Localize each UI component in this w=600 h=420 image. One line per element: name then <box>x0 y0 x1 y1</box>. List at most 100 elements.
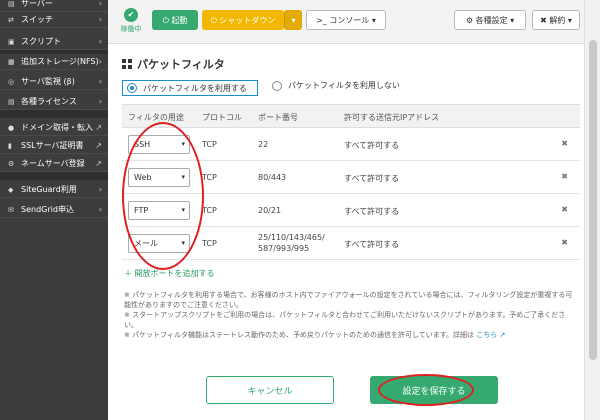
cancel-button[interactable]: キャンセル <box>206 376 334 404</box>
chevron-right-icon: › <box>98 57 102 66</box>
header-port: ポート番号 <box>258 113 298 122</box>
storage-icon: ▦ <box>8 57 15 66</box>
port-cell: 80/443 <box>258 173 287 182</box>
radio-unselected-icon <box>272 80 282 91</box>
settings-button[interactable]: ⚙ 各種設定 ▾ <box>454 10 526 30</box>
note-1: ※ パケットフィルタを利用する場合で、お客様のホスト内でファイアウォールの設定を… <box>124 291 573 309</box>
protocol-cell: TCP <box>202 173 217 182</box>
sidebar-item-ssl[interactable]: ▮ SSLサーバ証明書 ↗ <box>0 138 108 154</box>
cancel-contract-button[interactable]: ✖ 解約 ▾ <box>532 10 580 30</box>
port-cell: 22 <box>258 140 269 149</box>
chevron-right-icon: › <box>98 205 102 214</box>
header-protocol: プロトコル <box>202 113 242 122</box>
sidebar-item-label: サーバー <box>21 0 53 8</box>
radio-label: パケットフィルタを利用する <box>143 83 247 93</box>
notes: ※ パケットフィルタを利用する場合で、お客様のホスト内でファイアウォールの設定を… <box>124 290 574 340</box>
sidebar-item-storage[interactable]: ▦ 追加ストレージ(NFS) › <box>0 54 108 70</box>
source-cell: すべて許可する <box>344 141 400 150</box>
sidebar-item-siteguard[interactable]: ◆ SiteGuard利用 › <box>0 182 108 198</box>
note-2: ※ スタートアップスクリプトをご利用の場合は、パケットフィルタと合わせてご利用い… <box>124 311 566 329</box>
sidebar-item-label: 各種ライセンス <box>21 97 77 106</box>
shield-icon: ◆ <box>8 185 14 194</box>
globe-icon: ● <box>8 123 15 132</box>
annotation-oval-purpose <box>122 122 204 270</box>
sidebar-item-switch[interactable]: ⇄ スイッチ › <box>0 12 108 28</box>
sidebar-item-label: サーバ監視 (β) <box>21 77 75 86</box>
chevron-right-icon: › <box>98 0 102 8</box>
sidebar-item-label: ドメイン取得・転入 <box>21 123 93 132</box>
sidebar-item-nameserver[interactable]: ⚙ ネームサーバ登録 ↗ <box>0 156 108 172</box>
note-3-text: ※ パケットフィルタ機能はステートレス動作のため、予め戻りパケットのための通信を… <box>124 331 475 339</box>
details-link[interactable]: こちら <box>476 331 497 339</box>
monitor-icon: ◎ <box>8 77 15 86</box>
protocol-cell: TCP <box>202 140 217 149</box>
grid-icon <box>122 59 132 69</box>
radio-no-filter[interactable]: パケットフィルタを利用しない <box>272 80 400 91</box>
delete-icon[interactable]: ✖ <box>561 238 568 247</box>
source-cell: すべて許可する <box>344 207 400 216</box>
script-icon: ▣ <box>8 37 15 46</box>
chevron-right-icon: › <box>98 185 102 194</box>
shutdown-button[interactable]: ⏻ シャットダウン <box>202 10 284 30</box>
radio-selected-icon <box>127 83 137 93</box>
sidebar: ▤ サーバー › ⇄ スイッチ › ▣ スクリプト › ▦ 追加ストレージ(NF… <box>0 0 108 420</box>
scrollbar[interactable] <box>584 0 600 420</box>
external-link-icon: ↗ <box>95 159 102 168</box>
lock-icon: ▮ <box>8 141 12 150</box>
page-title-text: パケットフィルタ <box>137 58 225 71</box>
protocol-cell: TCP <box>202 239 217 248</box>
sidebar-item-sendgrid[interactable]: ✉ SendGrid申込 › <box>0 202 108 218</box>
annotation-oval-save <box>378 374 474 406</box>
delete-icon[interactable]: ✖ <box>561 172 568 181</box>
source-cell: すべて許可する <box>344 240 400 249</box>
sidebar-item-label: スイッチ <box>21 15 53 24</box>
sidebar-item-monitor[interactable]: ◎ サーバ監視 (β) › <box>0 74 108 90</box>
console-button[interactable]: >_ コンソール ▾ <box>306 10 386 30</box>
sidebar-divider <box>0 172 108 180</box>
sidebar-item-label: SendGrid申込 <box>21 205 74 214</box>
check-icon: ✔ <box>124 8 138 22</box>
server-status: ✔ 稼働中 <box>114 6 148 38</box>
delete-icon[interactable]: ✖ <box>561 205 568 214</box>
sidebar-item-label: SiteGuard利用 <box>21 185 77 194</box>
sidebar-item-label: スクリプト <box>21 37 61 46</box>
sidebar-item-script[interactable]: ▣ スクリプト › <box>0 34 108 50</box>
delete-icon[interactable]: ✖ <box>561 139 568 148</box>
license-icon: ▤ <box>8 97 15 106</box>
port-cell-line1: 25/110/143/465/ <box>258 233 325 242</box>
server-icon: ▤ <box>8 0 15 8</box>
port-cell-line2: 587/993/995 <box>258 244 310 253</box>
gear-icon: ⚙ <box>8 159 15 168</box>
chevron-right-icon: › <box>98 77 102 86</box>
sidebar-item-license[interactable]: ▤ 各種ライセンス › <box>0 94 108 110</box>
radio-use-filter[interactable]: パケットフィルタを利用する <box>122 80 258 96</box>
header-source: 許可する送信元IPアドレス <box>344 113 440 122</box>
table-header: フィルタの用途 プロトコル ポート番号 許可する送信元IPアドレス <box>122 104 580 128</box>
note-3: ※ パケットフィルタ機能はステートレス動作のため、予め戻りパケットのための通信を… <box>124 330 574 340</box>
port-cell: 20/21 <box>258 206 282 215</box>
toolbar: ✔ 稼働中 ⏻ 起動 ⏻ シャットダウン ▾ >_ コンソール ▾ ⚙ 各種設定… <box>108 0 584 44</box>
sidebar-item-domain[interactable]: ● ドメイン取得・転入 ↗ <box>0 120 108 136</box>
add-port-link[interactable]: ＋ 開放ポートを追加する <box>124 268 215 279</box>
header-purpose: フィルタの用途 <box>128 113 184 122</box>
sidebar-item-label: SSLサーバ証明書 <box>21 141 84 150</box>
chevron-right-icon: › <box>98 37 102 46</box>
sidebar-item-server[interactable]: ▤ サーバー › <box>0 0 108 12</box>
shutdown-dropdown-button[interactable]: ▾ <box>284 10 302 30</box>
sidebar-item-label: 追加ストレージ(NFS) <box>21 57 99 66</box>
external-link-icon: ↗ <box>95 123 102 132</box>
chevron-right-icon: › <box>98 97 102 106</box>
scrollbar-thumb[interactable] <box>589 40 597 360</box>
external-link-icon: ↗ <box>499 331 506 339</box>
start-button[interactable]: ⏻ 起動 <box>152 10 198 30</box>
page-title: パケットフィルタ <box>122 56 225 72</box>
external-link-icon: ↗ <box>95 141 102 150</box>
sidebar-divider <box>0 110 108 118</box>
radio-label: パケットフィルタを利用しない <box>288 81 400 90</box>
switch-icon: ⇄ <box>8 15 14 24</box>
chevron-right-icon: › <box>98 15 102 24</box>
status-label: 稼働中 <box>120 25 142 33</box>
protocol-cell: TCP <box>202 206 217 215</box>
source-cell: すべて許可する <box>344 174 400 183</box>
mail-icon: ✉ <box>8 205 14 214</box>
